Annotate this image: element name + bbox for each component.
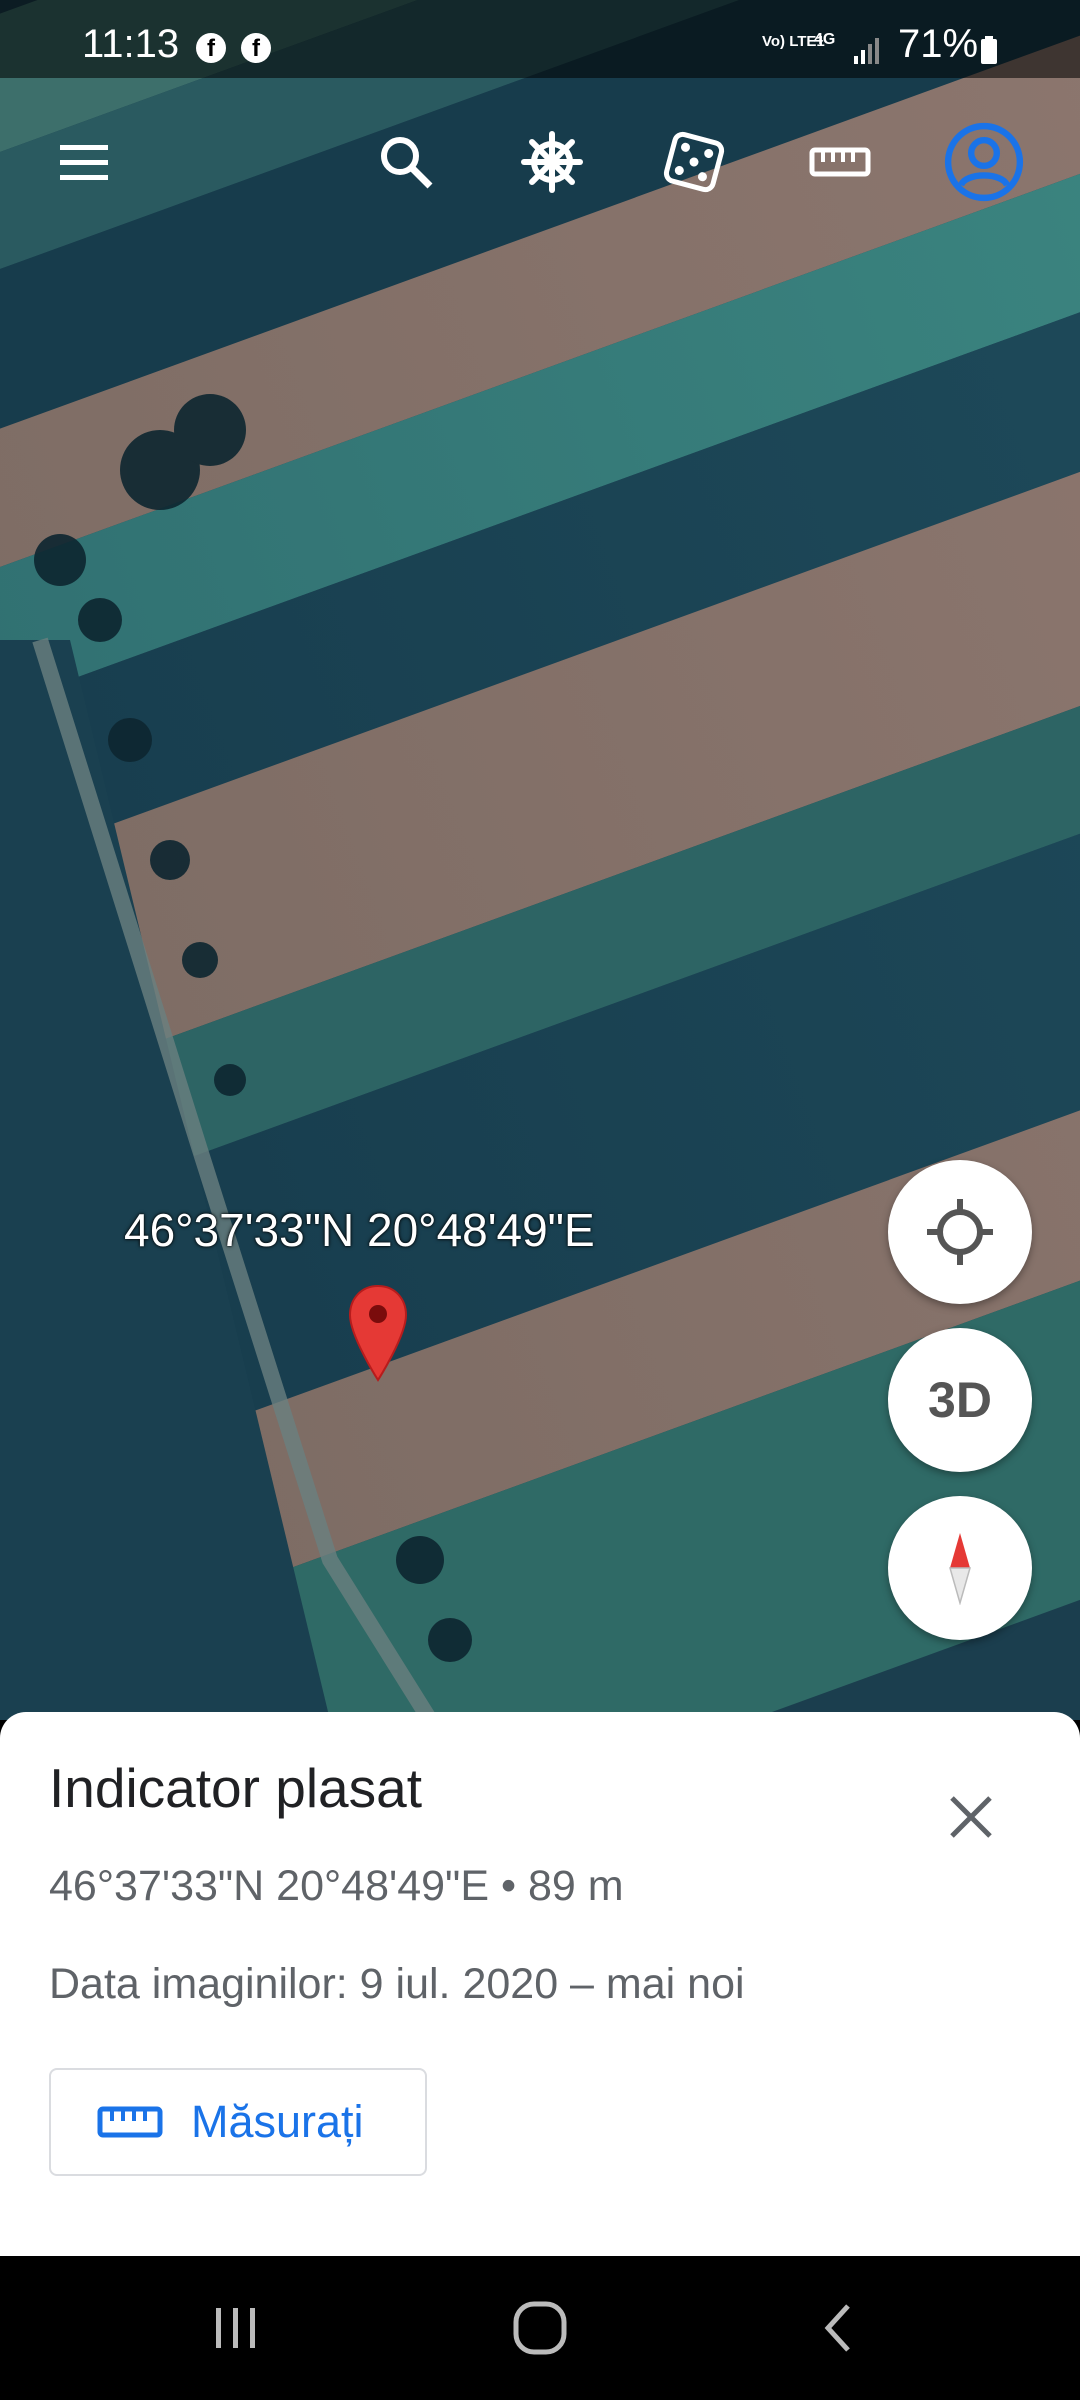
3d-label: 3D bbox=[928, 1372, 992, 1428]
pin-coordinate-label: 46°37'33"N 20°48'49"E bbox=[124, 1204, 595, 1256]
satellite-imagery bbox=[0, 0, 1080, 1720]
my-location-button[interactable] bbox=[888, 1160, 1032, 1304]
navigation-bar bbox=[0, 2256, 1080, 2400]
status-time: 11:13 bbox=[82, 22, 180, 66]
feeling-lucky-button[interactable] bbox=[652, 120, 736, 204]
network-type: 4G bbox=[814, 31, 836, 48]
measure-label: Măsurați bbox=[191, 2096, 364, 2147]
measure-button[interactable]: Măsurați bbox=[49, 2068, 427, 2176]
facebook-icon: f bbox=[196, 33, 226, 63]
account-icon bbox=[944, 122, 1024, 202]
menu-button[interactable] bbox=[42, 120, 126, 204]
battery-percent: 71% bbox=[898, 22, 979, 66]
voyager-button[interactable] bbox=[510, 120, 594, 204]
signal-icon bbox=[854, 38, 879, 64]
home-button[interactable] bbox=[480, 2280, 600, 2376]
compass-icon bbox=[949, 1533, 971, 1605]
facebook-icon: f bbox=[241, 33, 271, 63]
compass-button[interactable] bbox=[888, 1496, 1032, 1640]
menu-icon bbox=[60, 145, 108, 180]
dice-icon bbox=[663, 131, 725, 193]
search-icon bbox=[381, 137, 433, 189]
crosshair-icon bbox=[927, 1199, 993, 1265]
ruler-icon bbox=[809, 147, 871, 177]
back-button[interactable] bbox=[780, 2280, 900, 2376]
close-button[interactable] bbox=[936, 1782, 1006, 1852]
voyager-wheel-icon bbox=[521, 131, 583, 193]
recents-icon bbox=[216, 2308, 255, 2348]
status-bar: 11:13 f f Vo) LTE1 4G 71% bbox=[0, 0, 1080, 78]
home-icon bbox=[513, 2301, 567, 2355]
placemark-coordinates: 46°37'33"N 20°48'49"E • 89 m bbox=[49, 1862, 624, 1910]
placemark-sheet: Indicator plasat 46°37'33"N 20°48'49"E •… bbox=[0, 1712, 1080, 2256]
measure-tool-button[interactable] bbox=[798, 120, 882, 204]
sheet-title: Indicator plasat bbox=[49, 1757, 422, 1819]
recents-button[interactable] bbox=[176, 2280, 296, 2376]
close-icon bbox=[950, 1796, 992, 1838]
satellite-map[interactable]: 46°37'33"N 20°48'49"E 3D bbox=[0, 0, 1080, 1720]
ruler-icon bbox=[97, 2106, 163, 2138]
account-button[interactable] bbox=[942, 120, 1026, 204]
search-button[interactable] bbox=[364, 120, 448, 204]
location-pin-icon[interactable] bbox=[346, 1284, 410, 1384]
imagery-date: Data imaginilor: 9 iul. 2020 – mai noi bbox=[49, 1960, 745, 2008]
3d-toggle-button[interactable]: 3D bbox=[888, 1328, 1032, 1472]
back-icon bbox=[824, 2304, 850, 2352]
battery-icon bbox=[981, 36, 997, 64]
